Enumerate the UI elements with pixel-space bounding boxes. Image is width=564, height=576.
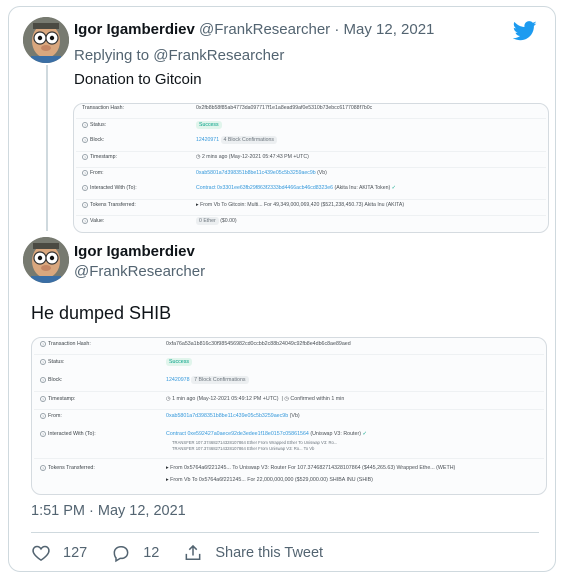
help-icon: ?	[40, 341, 46, 347]
reply-button[interactable]: 12	[111, 543, 159, 563]
share-button[interactable]: Share this Tweet	[183, 543, 323, 563]
main-author-name-row: Igor Igamberdiev	[74, 243, 195, 260]
tx-label: ? Value:	[82, 218, 105, 224]
tx-status: Success	[196, 121, 222, 129]
tx-block: 12420971 4 Block Confirmations	[196, 136, 278, 144]
tweet-embed-frame: Igor Igamberdiev @FrankResearcher · May …	[8, 6, 556, 572]
help-icon: ?	[82, 170, 88, 176]
separator: ·	[334, 21, 340, 38]
tx-tokens: ▸ From Vb To Gitcoin: Multi... For 49,34…	[196, 202, 405, 208]
tweet-date[interactable]: May 12, 2021	[344, 21, 435, 38]
status-badge: Success	[196, 121, 222, 129]
author-handle[interactable]: @FrankResearcher	[199, 21, 330, 38]
tweet-timestamp[interactable]: 1:51 PM · May 12, 2021	[31, 503, 186, 519]
tx-from: 0xab5801a7d398351b8be11c439e05c5b3259aec…	[196, 170, 327, 176]
help-icon: ?	[82, 202, 88, 208]
status-badge: Success	[166, 358, 193, 366]
tx-value: 0 Ether ($0.00)	[196, 217, 237, 225]
help-icon: ?	[40, 413, 46, 419]
tx-label: ? Tokens Transferred:	[82, 202, 136, 208]
twitter-bird-icon[interactable]	[513, 21, 537, 41]
internal-transfer: TRANSFER 107.374682714328107864 Ether Fr…	[172, 445, 315, 451]
tx-label: ? Status:	[82, 122, 107, 128]
tx-screenshot-card[interactable]: Transaction Hash: 0x2fb8b58f85ab4773da09…	[73, 103, 549, 233]
tx-hash: 0x2fb8b58f85ab4773da097717f1e1a8ead99af0…	[196, 105, 373, 111]
tx-token-transfer: ▸ From 0x5764a6f221245... To Uniswap V3:…	[166, 465, 456, 471]
help-icon: ?	[40, 396, 46, 402]
tx-hash: 0xfa76a53a1b816c30f985456982cd0ccbb2c88b…	[166, 341, 351, 347]
help-icon: ?	[82, 137, 88, 143]
tx-label: ? Status:	[40, 359, 65, 365]
avatar[interactable]	[23, 17, 69, 63]
help-icon: ?	[82, 154, 88, 160]
tx-label: ? Interacted With (To):	[40, 431, 96, 437]
action-bar: 127 12 Share this Tweet	[31, 543, 347, 563]
tx-label: ? Interacted With (To):	[82, 185, 137, 191]
author-name[interactable]: Igor Igamberdiev	[74, 21, 195, 38]
tx-label: ? Tokens Transferred:	[40, 465, 95, 471]
tx-label: Transaction Hash:	[82, 105, 124, 111]
like-button[interactable]: 127	[31, 543, 87, 563]
reply-count: 12	[143, 545, 160, 561]
main-author-handle-row: @FrankResearcher	[74, 263, 205, 280]
tx-label: ? From:	[40, 413, 62, 419]
tx-interacted: Contract 0xe592427a0aece92de3edee1f18e01…	[166, 431, 367, 437]
tx-screenshot-card[interactable]: ? Transaction Hash: 0xfa76a53a1b816c30f98…	[31, 337, 547, 495]
tx-label: ? Block:	[82, 137, 105, 143]
help-icon: ?	[40, 431, 46, 437]
help-icon: ?	[40, 465, 46, 471]
tx-label: ? Block:	[40, 377, 63, 383]
author-handle[interactable]: @FrankResearcher	[74, 263, 205, 280]
like-count: 127	[63, 545, 88, 561]
help-icon: ?	[82, 218, 88, 224]
tx-token-transfer: ▸ From Vb To 0x5764a6f221245... For 22,0…	[166, 477, 373, 483]
replying-to: Replying to @FrankResearcher	[74, 47, 284, 64]
help-icon: ?	[82, 122, 88, 128]
tx-interacted: Contract 0x3301ee63fb29f863f2333bd4466ac…	[196, 185, 397, 191]
help-icon: ?	[40, 377, 46, 383]
tx-label: ? Transaction Hash:	[40, 341, 91, 347]
quoted-tweet-text: Donation to Gitcoin	[74, 71, 202, 88]
tx-timestamp: ◷ 2 mins ago (May-12-2021 05:47:43 PM +U…	[196, 154, 309, 160]
help-icon: ?	[82, 185, 88, 191]
tx-block: 12420978 7 Block Confirmations	[166, 376, 249, 384]
avatar[interactable]	[23, 237, 69, 283]
tx-from: 0xab5801a7d398351b8be11c439e05c5b3259aec…	[166, 413, 300, 419]
replying-handle-link[interactable]: @FrankResearcher	[153, 47, 284, 64]
main-tweet-text: He dumped SHIB	[31, 303, 172, 323]
internal-transfer: TRANSFER 107.374682714328107864 Ether Fr…	[172, 439, 338, 445]
thread-line	[46, 65, 48, 231]
tx-label: ? Timestamp:	[82, 154, 117, 160]
divider	[31, 532, 539, 533]
tx-status: Success	[166, 358, 193, 366]
heart-icon	[32, 545, 50, 561]
tx-label: ? From:	[82, 170, 104, 176]
replying-prefix: Replying to	[74, 47, 150, 64]
quoted-author-row: Igor Igamberdiev @FrankResearcher · May …	[74, 21, 434, 38]
tx-timestamp: ◷ 1 min ago (May-12-2021 05:49:12 PM +UT…	[166, 396, 345, 402]
author-name[interactable]: Igor Igamberdiev	[74, 243, 195, 260]
help-icon: ?	[40, 359, 46, 365]
share-icon	[185, 544, 201, 560]
share-label: Share this Tweet	[215, 545, 324, 561]
reply-icon	[113, 546, 129, 563]
tx-label: ? Timestamp:	[40, 396, 76, 402]
